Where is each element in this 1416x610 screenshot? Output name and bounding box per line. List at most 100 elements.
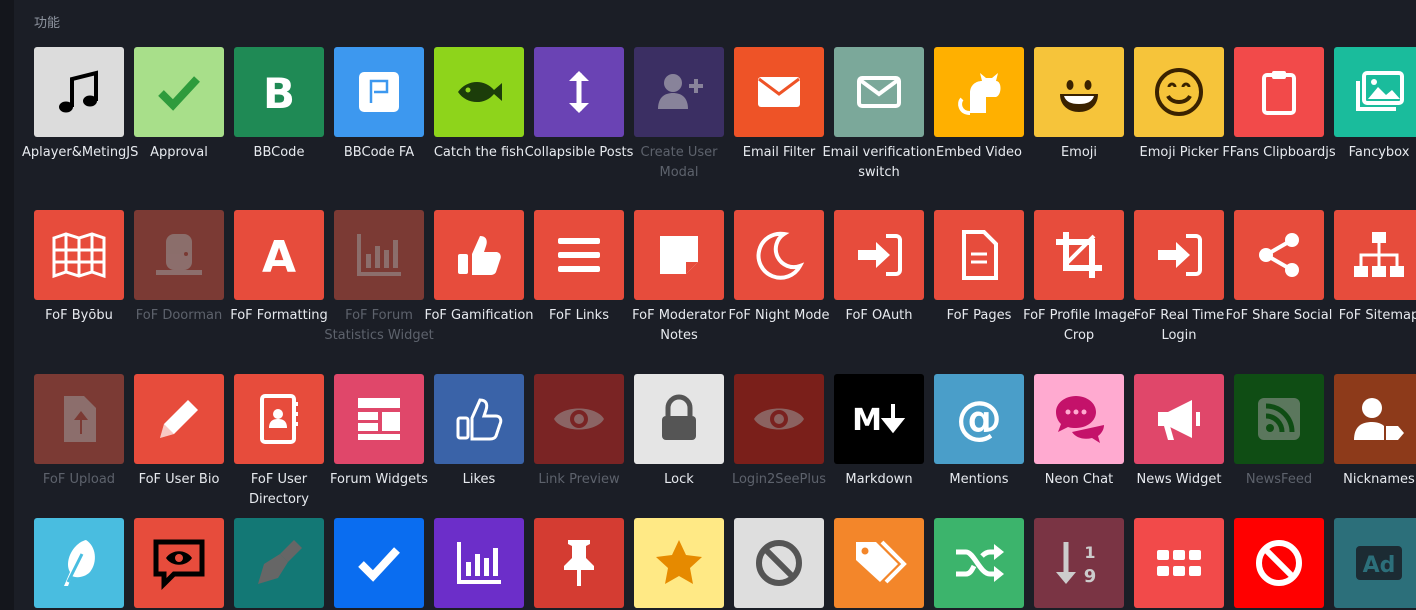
extension-tile[interactable] — [734, 518, 824, 608]
bars-icon — [558, 238, 600, 272]
smile-icon — [1155, 68, 1203, 116]
extension-tile[interactable]: Approval — [134, 47, 224, 163]
check-icon — [158, 76, 200, 111]
extension-label: FoF Share Social — [1225, 308, 1333, 323]
extension-tile[interactable]: FoF Moderator Notes — [632, 210, 726, 345]
extension-tile[interactable]: Collapsible Posts — [525, 47, 633, 163]
svg-text:@: @ — [956, 391, 1002, 445]
extension-icon-box — [334, 518, 424, 608]
extension-tile[interactable]: FoF OAuth — [834, 210, 924, 326]
extension-tile[interactable]: FoF Pages — [934, 210, 1024, 326]
extension-tile[interactable] — [534, 518, 624, 608]
extension-tile[interactable] — [334, 518, 424, 608]
images-icon — [1356, 71, 1404, 111]
extension-tile[interactable]: FoF Real Time Login — [1134, 210, 1224, 345]
extension-tile[interactable]: B BBCode — [234, 47, 324, 163]
door-icon — [156, 234, 202, 275]
extension-label: FoF Real Time Login — [1133, 308, 1225, 343]
extension-label: FoF Links — [549, 308, 609, 323]
svg-text:1: 1 — [1084, 543, 1095, 562]
extension-tile[interactable]: A FoF Formatting — [230, 210, 328, 326]
pencil-icon — [160, 400, 198, 438]
extension-tile[interactable]: Forum Widgets — [330, 374, 428, 490]
extension-icon-box — [634, 210, 724, 300]
extension-tile[interactable]: M Markdown — [834, 374, 924, 490]
extension-label: NewsFeed — [1245, 472, 1313, 487]
extension-tile[interactable]: Create User Modal — [634, 47, 724, 182]
extension-tile[interactable] — [134, 518, 224, 608]
extension-tile[interactable]: FoF User Bio — [134, 374, 224, 490]
extension-tile[interactable] — [934, 518, 1024, 608]
extension-tile[interactable]: BBCode FA — [334, 47, 424, 163]
file-icon — [962, 230, 998, 280]
feather-icon — [64, 540, 95, 586]
extension-tile[interactable] — [434, 518, 524, 608]
extension-tile[interactable]: FoF Profile Image Crop — [1023, 210, 1135, 345]
extension-label: Lock — [664, 472, 694, 487]
extension-tile[interactable]: FoF Sitemap — [1334, 210, 1416, 326]
extension-label: FoF OAuth — [845, 308, 913, 323]
check-icon — [358, 547, 400, 582]
extension-icon-box — [334, 210, 424, 300]
envelope-icon — [758, 77, 800, 107]
extension-label: FoF User Bio — [138, 472, 220, 487]
extension-tile[interactable]: FoF Share Social — [1226, 210, 1332, 326]
sign-in-icon — [858, 234, 902, 276]
extension-tile[interactable]: 19 — [1034, 518, 1124, 608]
extension-tile[interactable]: Aplayer&MetingJS — [22, 47, 138, 163]
tags-icon — [856, 540, 907, 584]
extension-tile[interactable]: Emoji — [1034, 47, 1124, 163]
extension-icon-box — [634, 47, 724, 137]
flag-icon — [359, 72, 399, 112]
file-upload-icon — [64, 396, 96, 442]
extension-tile[interactable] — [34, 518, 124, 608]
extension-icon-box — [1234, 518, 1324, 608]
extension-label: Login2SeePlus — [731, 472, 827, 487]
extension-tile[interactable]: Embed Video — [934, 47, 1024, 163]
extension-tile[interactable]: @ Mentions — [934, 374, 1024, 490]
extension-tile[interactable]: Likes — [434, 374, 524, 490]
markdown-icon: M — [852, 403, 906, 438]
megaphone-icon — [1158, 400, 1200, 440]
extension-tile[interactable]: Catch the fish — [434, 47, 524, 163]
extension-icon-box — [734, 47, 824, 137]
extension-label: Create User Modal — [640, 145, 718, 180]
extension-tile[interactable]: Neon Chat — [1034, 374, 1124, 490]
extension-tile[interactable]: Lock — [634, 374, 724, 490]
extension-icon-box — [234, 518, 324, 608]
crop-icon — [1056, 232, 1102, 278]
extension-tile[interactable]: NewsFeed — [1234, 374, 1324, 490]
extension-tile[interactable] — [1234, 518, 1324, 608]
extension-tile[interactable]: Email Filter — [734, 47, 824, 163]
extension-tile[interactable]: Ad — [1334, 518, 1416, 608]
extension-icon-box — [1034, 47, 1124, 137]
extension-tile[interactable]: FoF Links — [534, 210, 624, 326]
extension-tile[interactable] — [1134, 518, 1224, 608]
extension-tile[interactable] — [234, 518, 324, 608]
extension-tile[interactable]: FoF Forum Statistics Widget — [324, 210, 434, 345]
extension-tile[interactable]: FoF Upload — [34, 374, 124, 490]
extension-tile[interactable]: Email verification switch — [822, 47, 936, 182]
extension-icon-box — [434, 47, 524, 137]
extension-icon-box: @ — [934, 374, 1024, 464]
extension-tile[interactable]: News Widget — [1134, 374, 1224, 490]
extension-tile[interactable]: FoF Night Mode — [728, 210, 830, 326]
extension-tile[interactable]: FFans Clipboardjs — [1222, 47, 1336, 163]
extension-label: FoF User Directory — [249, 472, 309, 507]
extension-tile[interactable]: FoF Gamification — [424, 210, 534, 326]
extension-tile[interactable] — [834, 518, 924, 608]
extension-icon-box — [534, 210, 624, 300]
extension-tile[interactable]: FoF User Directory — [234, 374, 324, 509]
thumbs-up-icon — [458, 236, 501, 275]
extension-tile[interactable] — [634, 518, 724, 608]
extension-tile[interactable]: Emoji Picker — [1134, 47, 1224, 163]
extension-tile[interactable]: Link Preview — [534, 374, 624, 490]
svg-text:9: 9 — [1084, 566, 1097, 587]
extension-tile[interactable]: FoF Byōbu — [34, 210, 124, 326]
extension-tile[interactable]: FoF Doorman — [134, 210, 224, 326]
extension-icon-box — [1334, 47, 1416, 137]
extension-tile[interactable]: Fancybox — [1334, 47, 1416, 163]
extension-label: FoF Pages — [946, 308, 1012, 323]
extension-tile[interactable]: Login2SeePlus — [732, 374, 826, 490]
extension-tile[interactable]: Nicknames — [1334, 374, 1416, 490]
